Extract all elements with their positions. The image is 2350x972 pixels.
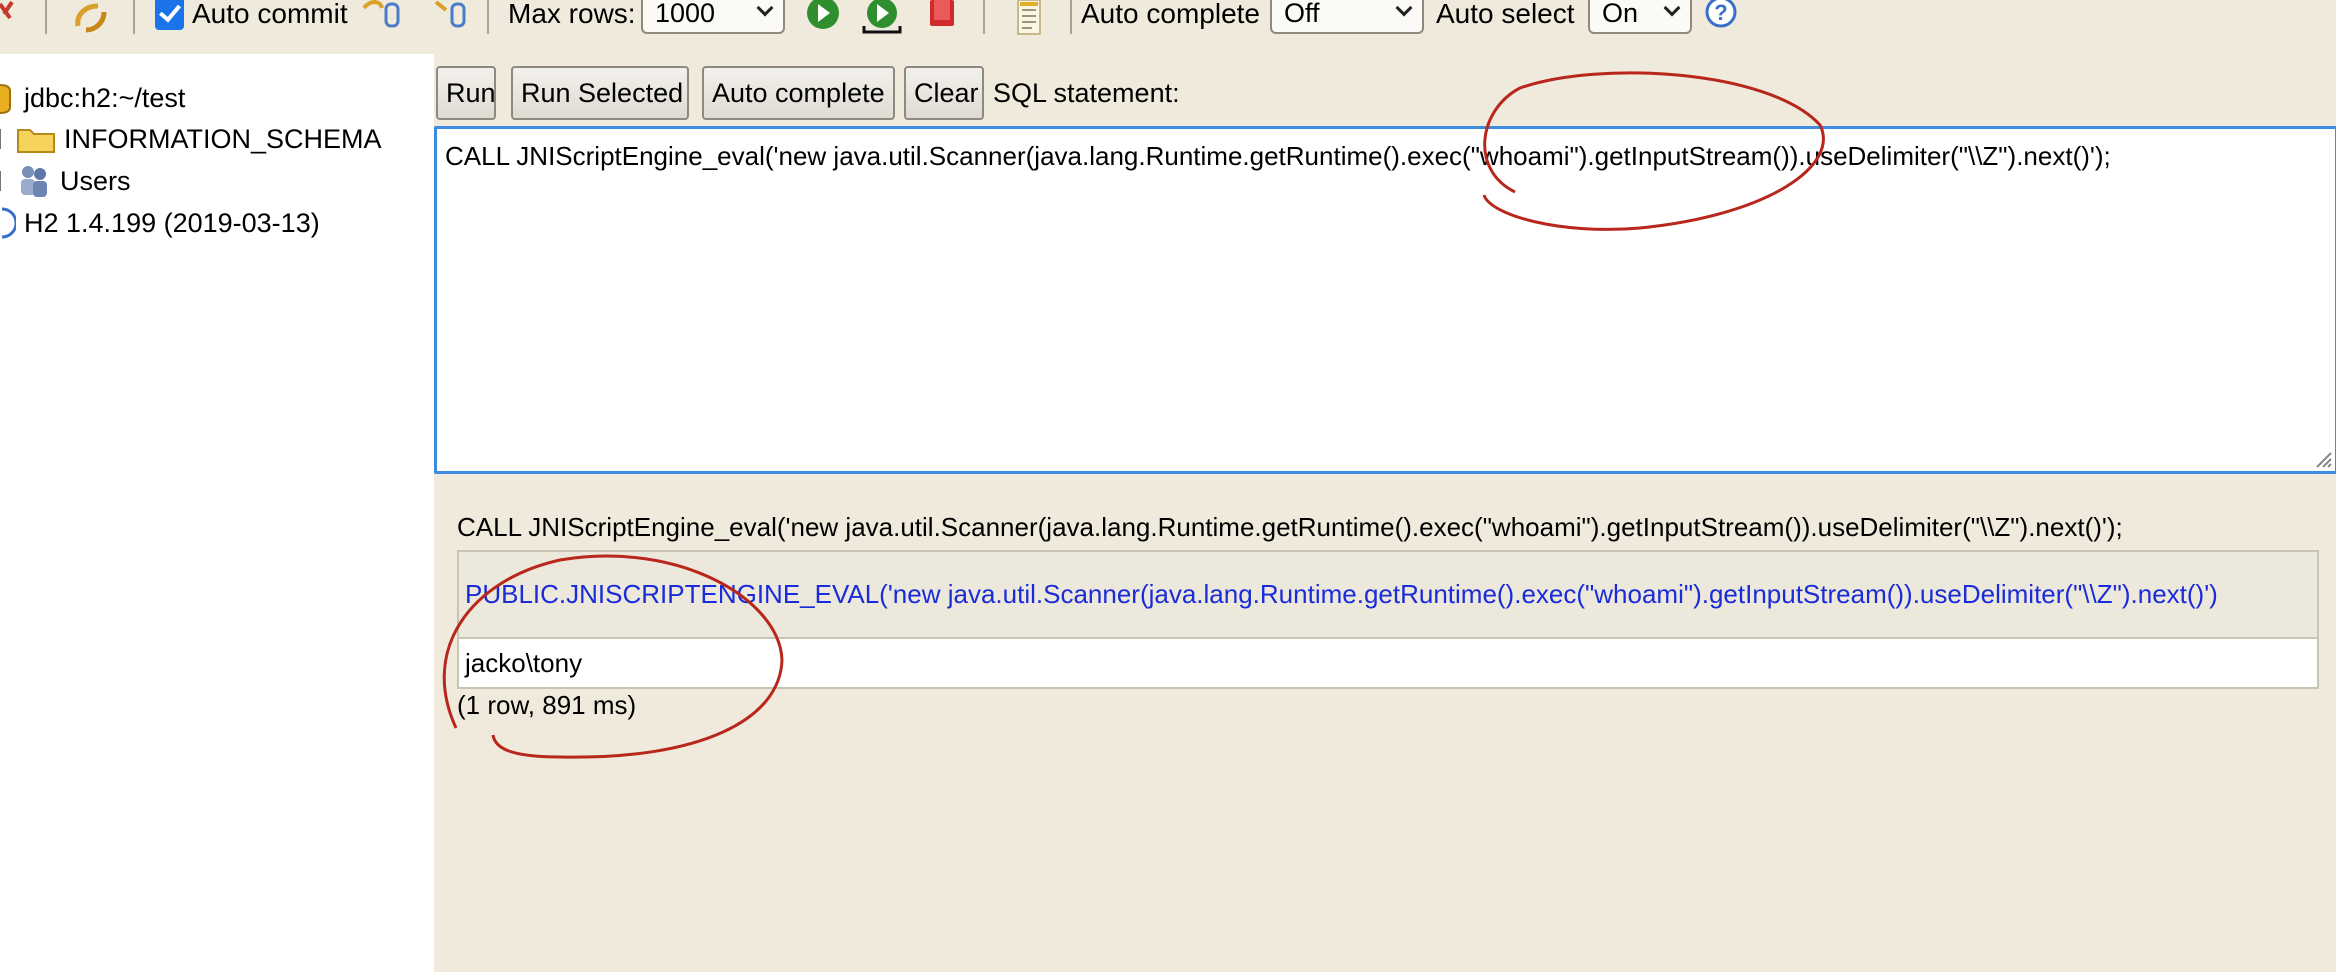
- tree-line: [0, 171, 1, 191]
- sql-editor-text: CALL JNIScriptEngine_eval('new java.util…: [445, 141, 2111, 171]
- folder-icon: [17, 129, 55, 153]
- history-icon[interactable]: [1012, 0, 1046, 36]
- tree-item-connection[interactable]: jdbc:h2:~/test: [0, 78, 185, 118]
- results-panel: CALL JNIScriptEngine_eval('new java.util…: [434, 484, 2350, 972]
- run-selected-icon[interactable]: [862, 0, 902, 34]
- stop-icon[interactable]: [927, 0, 957, 30]
- toolbar-separator: [133, 0, 135, 34]
- tree-item-label: Users: [60, 165, 131, 196]
- clear-button[interactable]: Clear: [904, 66, 984, 120]
- database-icon: [0, 84, 11, 114]
- rollback-icon[interactable]: [362, 0, 402, 30]
- commit-icon[interactable]: [432, 0, 472, 30]
- auto-commit-label: Auto commit: [192, 0, 348, 29]
- chevron-down-icon: [1395, 0, 1413, 17]
- run-icon[interactable]: [806, 0, 840, 32]
- table-row: jacko\tony: [457, 637, 2319, 689]
- max-rows-value: 1000: [655, 0, 716, 28]
- auto-select-label: Auto select: [1436, 0, 1575, 29]
- result-cell: jacko\tony: [457, 637, 2319, 689]
- sql-editor[interactable]: CALL JNIScriptEngine_eval('new java.util…: [434, 126, 2338, 474]
- info-icon: [1, 207, 16, 239]
- max-rows-label: Max rows:: [508, 0, 636, 29]
- auto-select-select[interactable]: On: [1588, 0, 1692, 34]
- chevron-down-icon: [1663, 0, 1681, 17]
- disconnect-icon[interactable]: [0, 0, 22, 30]
- max-rows-select[interactable]: 1000: [641, 0, 785, 34]
- row-count-status: (1 row, 891 ms): [457, 690, 637, 720]
- toolbar-separator: [487, 0, 489, 34]
- toolbar-separator: [45, 0, 47, 34]
- svg-text:?: ?: [1714, 0, 1727, 25]
- users-icon: [21, 166, 47, 197]
- object-tree: jdbc:h2:~/test INFORMATION_SCHEMA Users …: [0, 54, 434, 972]
- tree-item-information-schema[interactable]: INFORMATION_SCHEMA: [0, 119, 382, 159]
- run-selected-button[interactable]: Run Selected: [511, 66, 689, 120]
- tree-item-label: INFORMATION_SCHEMA: [64, 123, 382, 154]
- query-panel: Run Run Selected Auto complete Clear SQL…: [434, 54, 2350, 484]
- toolbar: Auto commit Max rows: 1000 Auto complete…: [0, 0, 2350, 54]
- tree-item-version: H2 1.4.199 (2019-03-13): [0, 203, 320, 243]
- window-edge: [2336, 0, 2350, 972]
- auto-commit-checkbox[interactable]: [155, 0, 184, 30]
- tree-item-label: jdbc:h2:~/test: [24, 82, 186, 113]
- tree-line: [0, 129, 1, 149]
- auto-select-value: On: [1602, 0, 1639, 28]
- tree-item-users[interactable]: Users: [0, 161, 131, 201]
- toolbar-separator: [1070, 0, 1072, 34]
- chevron-down-icon: [756, 0, 774, 17]
- tree-item-label: H2 1.4.199 (2019-03-13): [24, 207, 320, 238]
- run-button[interactable]: Run: [436, 66, 496, 120]
- auto-complete-value: Off: [1284, 0, 1320, 28]
- toolbar-separator: [983, 0, 985, 34]
- refresh-icon[interactable]: [72, 0, 110, 34]
- help-icon[interactable]: ?: [1704, 0, 1738, 30]
- auto-complete-select[interactable]: Off: [1270, 0, 1424, 34]
- auto-complete-label: Auto complete: [1081, 0, 1260, 29]
- sql-statement-label: SQL statement:: [993, 78, 1180, 108]
- executed-sql: CALL JNIScriptEngine_eval('new java.util…: [457, 512, 2123, 542]
- result-column-header[interactable]: PUBLIC.JNISCRIPTENGINE_EVAL('new java.ut…: [457, 550, 2319, 639]
- result-table: PUBLIC.JNISCRIPTENGINE_EVAL('new java.ut…: [457, 550, 2319, 689]
- auto-complete-button[interactable]: Auto complete: [702, 66, 895, 120]
- resize-grip-icon[interactable]: [2315, 451, 2333, 469]
